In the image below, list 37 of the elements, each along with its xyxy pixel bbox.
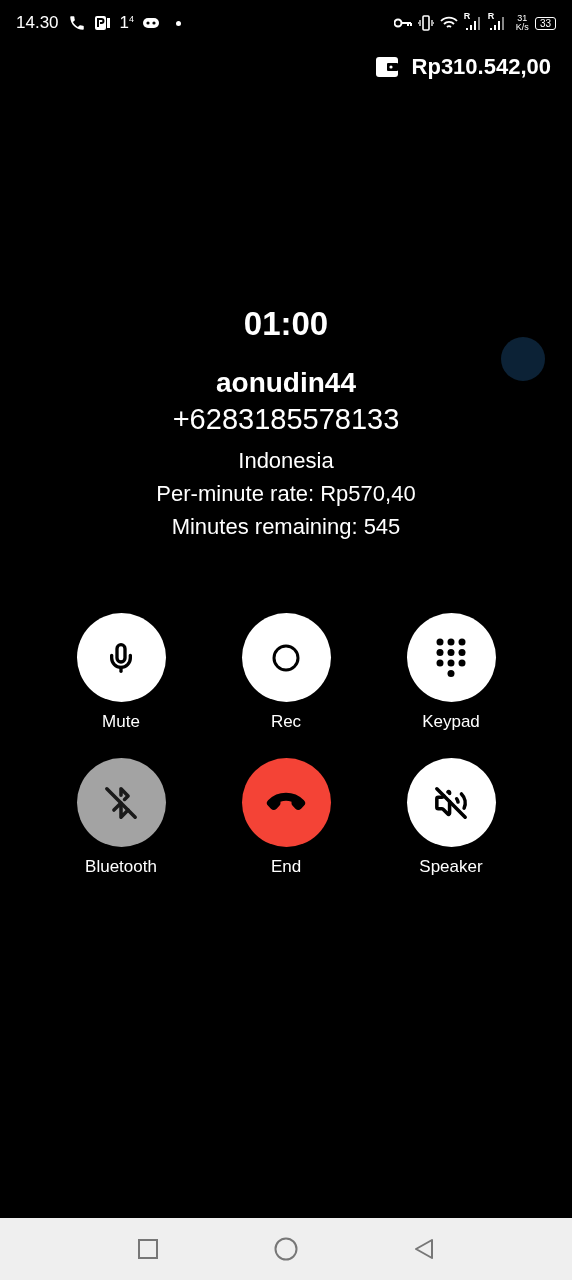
phone-icon bbox=[67, 14, 86, 32]
key-icon bbox=[393, 18, 412, 28]
call-timer: 01:00 bbox=[243, 305, 329, 343]
gamepad-icon bbox=[143, 17, 160, 29]
rate-text: Per-minute rate: Rp570,40 bbox=[156, 480, 416, 508]
country: Indonesia bbox=[238, 447, 334, 475]
button-label: End bbox=[270, 857, 302, 877]
vibrate-icon bbox=[417, 15, 434, 31]
button-label: Bluetooth bbox=[85, 857, 157, 877]
balance-amount: Rp310.542,00 bbox=[411, 54, 551, 80]
button-label: Mute bbox=[102, 712, 140, 732]
speed-unit: K/s bbox=[515, 23, 529, 32]
recents-button[interactable] bbox=[138, 1239, 158, 1259]
dot-icon bbox=[176, 20, 182, 26]
keypad-icon bbox=[436, 637, 466, 678]
status-time: 14.30 bbox=[16, 13, 59, 33]
back-button[interactable] bbox=[414, 1238, 434, 1260]
signal-icon bbox=[487, 15, 506, 31]
speaker-off-icon bbox=[434, 785, 468, 820]
wifi-icon bbox=[439, 16, 458, 30]
button-label: Rec bbox=[270, 712, 302, 732]
home-button[interactable] bbox=[274, 1237, 298, 1261]
caller-name: aonudin44 bbox=[216, 367, 356, 399]
phone-number: +6283185578133 bbox=[172, 403, 400, 436]
parking-icon bbox=[94, 15, 111, 31]
speed-value: 31 bbox=[516, 14, 529, 23]
sim-indicator: 1$^{4}$ bbox=[119, 13, 135, 33]
signal-icon bbox=[463, 15, 482, 31]
roaming-label: R bbox=[463, 11, 471, 21]
battery-indicator: 33 bbox=[534, 16, 556, 30]
button-label: Keypad bbox=[422, 712, 480, 732]
record-icon bbox=[272, 643, 300, 672]
minutes-remaining: Minutes remaining: 545 bbox=[171, 513, 401, 541]
button-label: Speaker bbox=[419, 857, 483, 877]
bluetooth-off-icon bbox=[104, 785, 138, 820]
roaming-label: R bbox=[487, 11, 495, 21]
wallet-icon bbox=[375, 57, 398, 77]
